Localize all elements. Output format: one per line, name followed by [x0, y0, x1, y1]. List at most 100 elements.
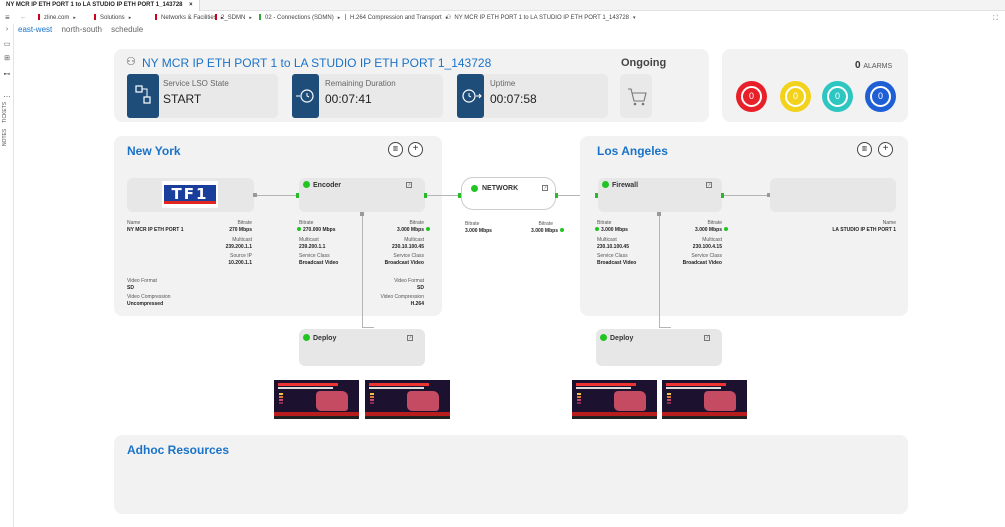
- breadcrumb-item[interactable]: 02 - Connections (SDMN) ▸: [259, 12, 340, 24]
- alarm-info[interactable]: 0: [865, 81, 896, 112]
- name-value: LA STUDIO IP ETH PORT 1: [832, 227, 896, 233]
- status-ok-icon: [471, 185, 478, 192]
- status-dot: [724, 227, 728, 231]
- open-external-icon[interactable]: ↗: [406, 182, 412, 188]
- open-external-icon[interactable]: ↗: [407, 335, 413, 341]
- encoder-in-class-label: Service Class: [299, 253, 330, 259]
- firewall-in-multicast-label: Multicast: [597, 237, 617, 243]
- source-node[interactable]: TF1: [127, 178, 254, 212]
- alarm-major-count: 0: [785, 86, 806, 107]
- video-thumbnail[interactable]: [274, 380, 359, 419]
- open-external-icon[interactable]: ↗: [704, 335, 710, 341]
- breadcrumb-item[interactable]: 2_SDMN ▸: [215, 12, 252, 24]
- workflow-icon: [127, 74, 159, 118]
- service-header-panel: ⚇ NY MCR IP ETH PORT 1 to LA STUDIO IP E…: [114, 49, 709, 122]
- link-icon[interactable]: ⊷: [3, 71, 11, 79]
- firewall-in-class-label: Service Class: [597, 253, 628, 259]
- map-image: [614, 391, 646, 411]
- video-thumbnail[interactable]: [365, 380, 450, 419]
- status-ok-icon: [303, 181, 310, 188]
- video-thumbnail[interactable]: [662, 380, 747, 419]
- lso-state-card: Service LSO State START: [127, 74, 278, 118]
- encoder-node[interactable]: Encoder ↗: [299, 178, 425, 212]
- firewall-in-class-value: Broadcast Video: [597, 260, 637, 266]
- breadcrumb-item[interactable]: ⚇ NY MCR IP ETH PORT 1 to LA STUDIO IP ET…: [446, 12, 636, 24]
- more-icon[interactable]: ⋯: [3, 94, 11, 102]
- new-york-panel: New York ▥ + TF1 Encoder ↗ Name NY MCR I…: [114, 136, 442, 316]
- breadcrumb-item[interactable]: Networks & Facilities ▸: [155, 12, 223, 24]
- alarm-minor[interactable]: 0: [822, 81, 853, 112]
- map-image: [704, 391, 736, 411]
- video-compression-value: Uncompressed: [127, 301, 164, 307]
- uptime-value: 00:07:58: [490, 92, 537, 106]
- add-button[interactable]: +: [878, 142, 893, 157]
- tab-north-south[interactable]: north-south: [61, 25, 101, 34]
- network-icon[interactable]: ⊞: [3, 55, 11, 63]
- fullscreen-icon[interactable]: ⛶: [993, 13, 998, 25]
- connector-firewall-deploy: [659, 216, 660, 328]
- connector-firewall-destination: [724, 195, 768, 196]
- los-angeles-title: Los Angeles: [597, 144, 668, 158]
- source-ip-value: 10.200.1.1: [228, 260, 252, 266]
- encoder-in-multicast-value: 239.200.1.1: [299, 244, 326, 250]
- status-ok-icon: [602, 181, 609, 188]
- encoder-out-vcomp-label: Video Compression: [380, 294, 424, 300]
- monitor-icon[interactable]: ▭: [3, 41, 11, 49]
- hamburger-icon[interactable]: ≡: [5, 12, 10, 24]
- encoder-out-class-value: Broadcast Video: [384, 260, 424, 266]
- network-title: NETWORK: [482, 185, 519, 192]
- encoder-out-vcomp-value: H.264: [410, 301, 424, 307]
- breadcrumb-item[interactable]: Solutions ▸: [94, 12, 131, 24]
- columns-button[interactable]: ▥: [857, 142, 872, 157]
- deploy-node-ny[interactable]: Deploy ↗: [299, 329, 425, 366]
- breadcrumb-item[interactable]: H.264 Compression and Transport ▸: [345, 12, 448, 24]
- encoder-out-multicast-label: Multicast: [404, 237, 424, 243]
- tickets-tab[interactable]: TICKETS: [2, 102, 8, 123]
- network-node[interactable]: NETWORK ↗: [461, 177, 556, 210]
- flag-icon: [94, 14, 96, 20]
- tab-close-icon[interactable]: ×: [189, 2, 193, 8]
- service-icon: ⚇: [446, 15, 452, 21]
- network-in-bitrate-label: Bitrate: [465, 221, 480, 227]
- add-button[interactable]: +: [408, 142, 423, 157]
- multicast-value: 239.200.1.1: [225, 244, 252, 250]
- expand-arrow-icon[interactable]: ›: [3, 26, 11, 34]
- uptime-icon: [457, 74, 484, 118]
- connector-encoder-network: [427, 195, 442, 196]
- breadcrumb-item[interactable]: zline.com ▸: [38, 12, 76, 24]
- alarms-label: ALARMS: [863, 63, 893, 70]
- encoder-in-bitrate-value: 270.000 Mbps: [297, 227, 336, 233]
- tab-schedule[interactable]: schedule: [111, 25, 143, 34]
- firewall-node[interactable]: Firewall ↗: [598, 178, 722, 212]
- connector-horizontal: [362, 327, 374, 328]
- service-icon: ⚇: [126, 56, 136, 68]
- caret-icon: ▾: [633, 15, 636, 21]
- destination-node[interactable]: [770, 178, 896, 212]
- alarm-major[interactable]: 0: [780, 81, 811, 112]
- remaining-duration-label: Remaining Duration: [325, 79, 396, 88]
- video-thumbnail[interactable]: [572, 380, 657, 419]
- firewall-out-class-label: Service Class: [691, 253, 722, 259]
- tab-active[interactable]: NY MCR IP ETH PORT 1 to LA STUDIO IP ETH…: [0, 0, 200, 11]
- alarms-total: 0: [855, 60, 861, 71]
- view-tabs: east-west north-south schedule: [18, 25, 150, 35]
- columns-button[interactable]: ▥: [388, 142, 403, 157]
- tab-east-west[interactable]: east-west: [18, 25, 52, 34]
- open-external-icon[interactable]: ↗: [542, 185, 548, 191]
- flag-icon: [259, 14, 261, 20]
- deploy-title: Deploy: [313, 335, 337, 342]
- cart-button[interactable]: [620, 74, 652, 118]
- connector-horizontal: [659, 327, 671, 328]
- open-external-icon[interactable]: ↗: [706, 182, 712, 188]
- deploy-node-la[interactable]: Deploy ↗: [596, 329, 722, 366]
- map-image: [316, 391, 348, 411]
- firewall-out-bitrate-label: Bitrate: [707, 220, 722, 226]
- alarm-critical[interactable]: 0: [736, 81, 767, 112]
- name-label: Name: [127, 220, 141, 226]
- uptime-label: Uptime: [490, 79, 516, 88]
- map-image: [407, 391, 439, 411]
- notes-tab[interactable]: NOTES: [2, 129, 8, 146]
- service-status: Ongoing: [621, 57, 667, 69]
- encoder-in-bitrate-label: Bitrate: [299, 220, 314, 226]
- back-arrow-icon[interactable]: ←: [20, 12, 27, 24]
